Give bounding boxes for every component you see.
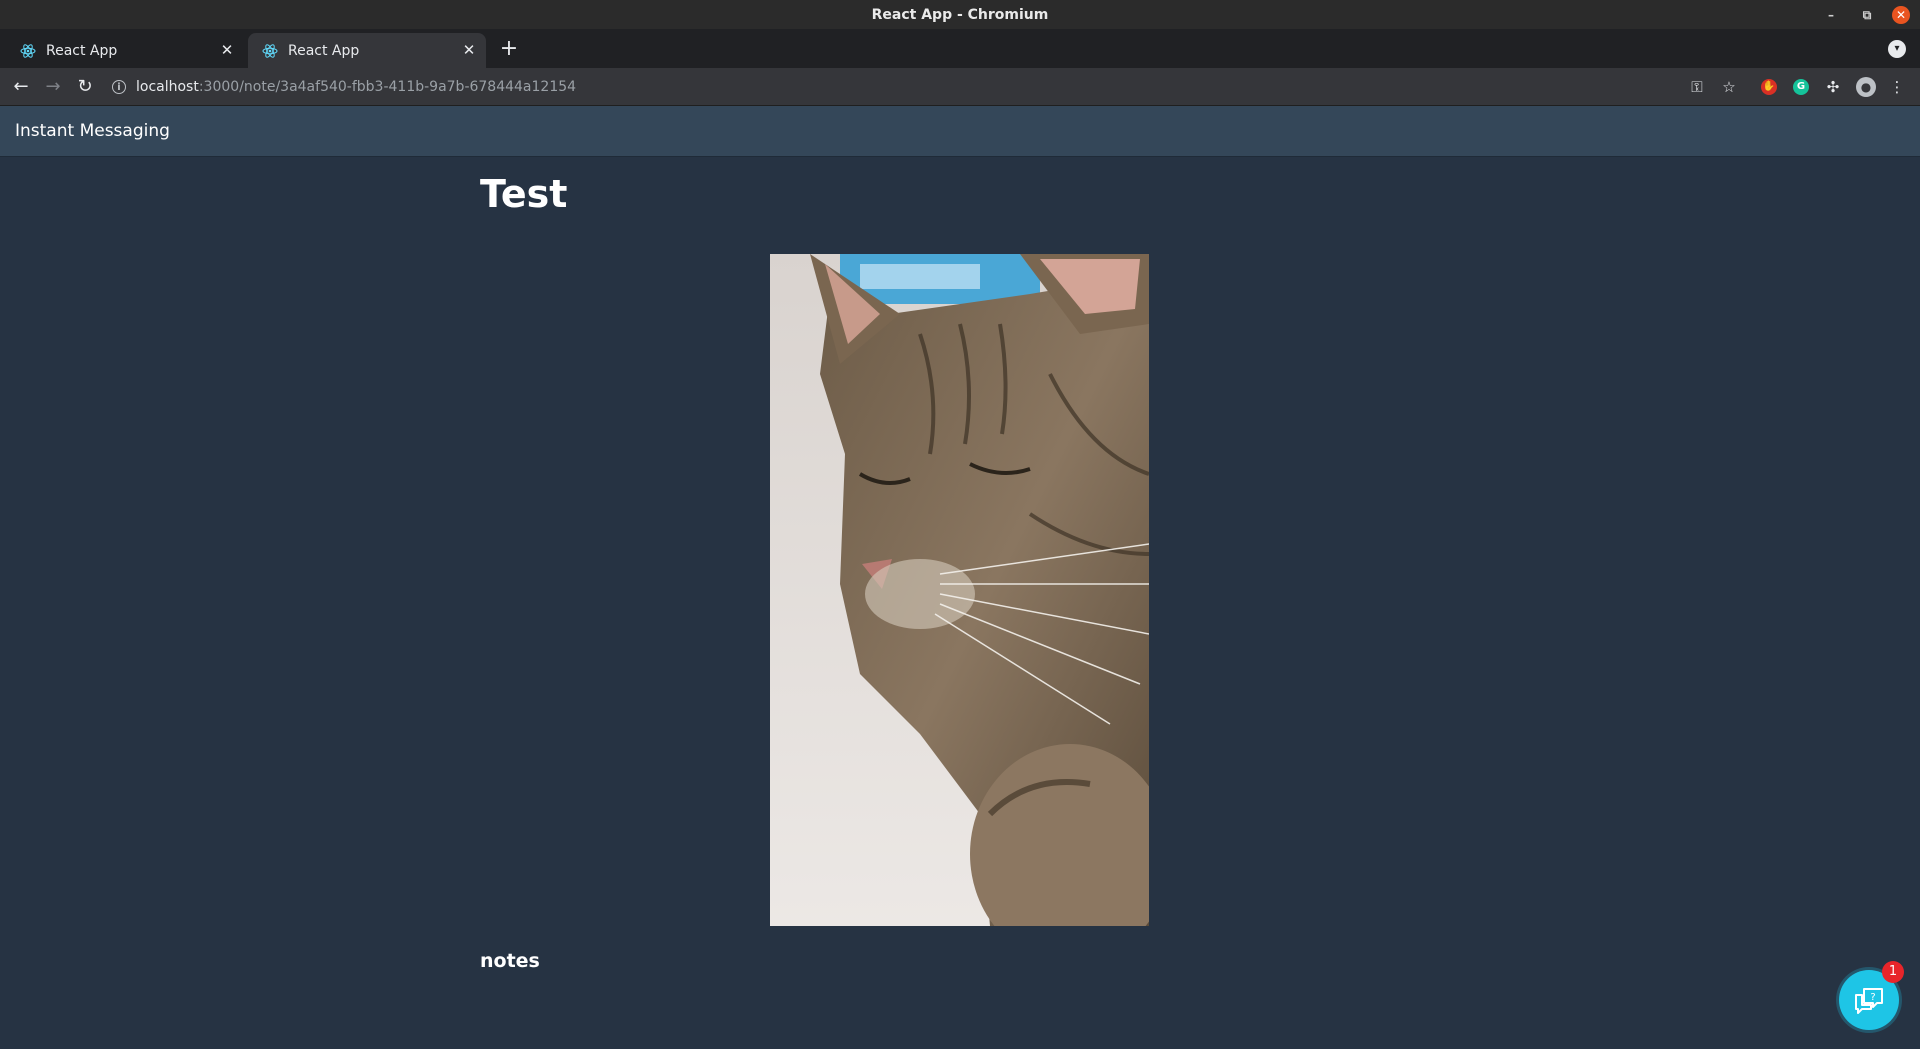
tab-label: React App bbox=[288, 42, 360, 59]
tab-react-app-2[interactable]: React App ✕ bbox=[248, 33, 486, 68]
note-image bbox=[770, 254, 1149, 926]
app-brand-link[interactable]: Instant Messaging bbox=[15, 121, 170, 141]
notification-badge: 1 bbox=[1882, 961, 1904, 983]
info-icon[interactable]: i bbox=[112, 80, 126, 94]
window-controls: – ⧉ ✕ bbox=[1820, 4, 1910, 26]
extension-red-icon[interactable]: ✋ bbox=[1761, 79, 1777, 95]
menu-icon[interactable]: ⋮ bbox=[1887, 77, 1907, 97]
window-title: React App - Chromium bbox=[871, 6, 1049, 23]
restore-icon[interactable]: ⧉ bbox=[1856, 4, 1878, 26]
notes-heading: notes bbox=[480, 950, 540, 972]
key-icon[interactable]: ⚿ bbox=[1687, 77, 1707, 97]
cat-photo bbox=[770, 254, 1149, 926]
react-logo-icon bbox=[262, 43, 278, 58]
note-title: Test bbox=[480, 172, 568, 216]
svg-text:?: ? bbox=[1870, 992, 1875, 1003]
chat-bubbles-icon: ? bbox=[1855, 988, 1883, 1014]
close-tab-icon[interactable]: ✕ bbox=[218, 41, 236, 59]
app-header: Instant Messaging bbox=[0, 106, 1920, 157]
close-tab-icon[interactable]: ✕ bbox=[460, 41, 478, 59]
grammarly-icon[interactable]: G bbox=[1793, 79, 1809, 95]
url-host: localhost bbox=[136, 79, 199, 95]
url-path: :3000/note/3a4af540-fbb3-411b-9a7b-67844… bbox=[198, 79, 577, 95]
reload-icon[interactable]: ↻ bbox=[72, 74, 98, 100]
tab-search-icon[interactable]: ▾ bbox=[1888, 40, 1906, 58]
close-window-icon[interactable]: ✕ bbox=[1892, 6, 1910, 24]
tab-label: React App bbox=[46, 42, 118, 59]
forward-icon[interactable]: → bbox=[40, 74, 66, 100]
puzzle-icon[interactable]: ✣ bbox=[1823, 77, 1843, 97]
tab-react-app-1[interactable]: React App ✕ bbox=[6, 33, 244, 68]
back-icon[interactable]: ← bbox=[8, 74, 34, 100]
new-tab-button[interactable]: + bbox=[496, 36, 522, 62]
react-logo-icon bbox=[20, 43, 36, 58]
address-bar[interactable]: i localhost:3000/note/3a4af540-fbb3-411b… bbox=[112, 73, 1672, 101]
minimize-icon[interactable]: – bbox=[1820, 4, 1842, 26]
tab-strip: React App ✕ React App ✕ bbox=[0, 29, 1920, 68]
profile-icon[interactable]: ● bbox=[1856, 77, 1876, 97]
star-icon[interactable]: ☆ bbox=[1719, 77, 1739, 97]
window-titlebar: React App - Chromium – ⧉ ✕ bbox=[0, 0, 1920, 29]
browser-toolbar: ← → ↻ i localhost:3000/note/3a4af540-fbb… bbox=[0, 68, 1920, 106]
